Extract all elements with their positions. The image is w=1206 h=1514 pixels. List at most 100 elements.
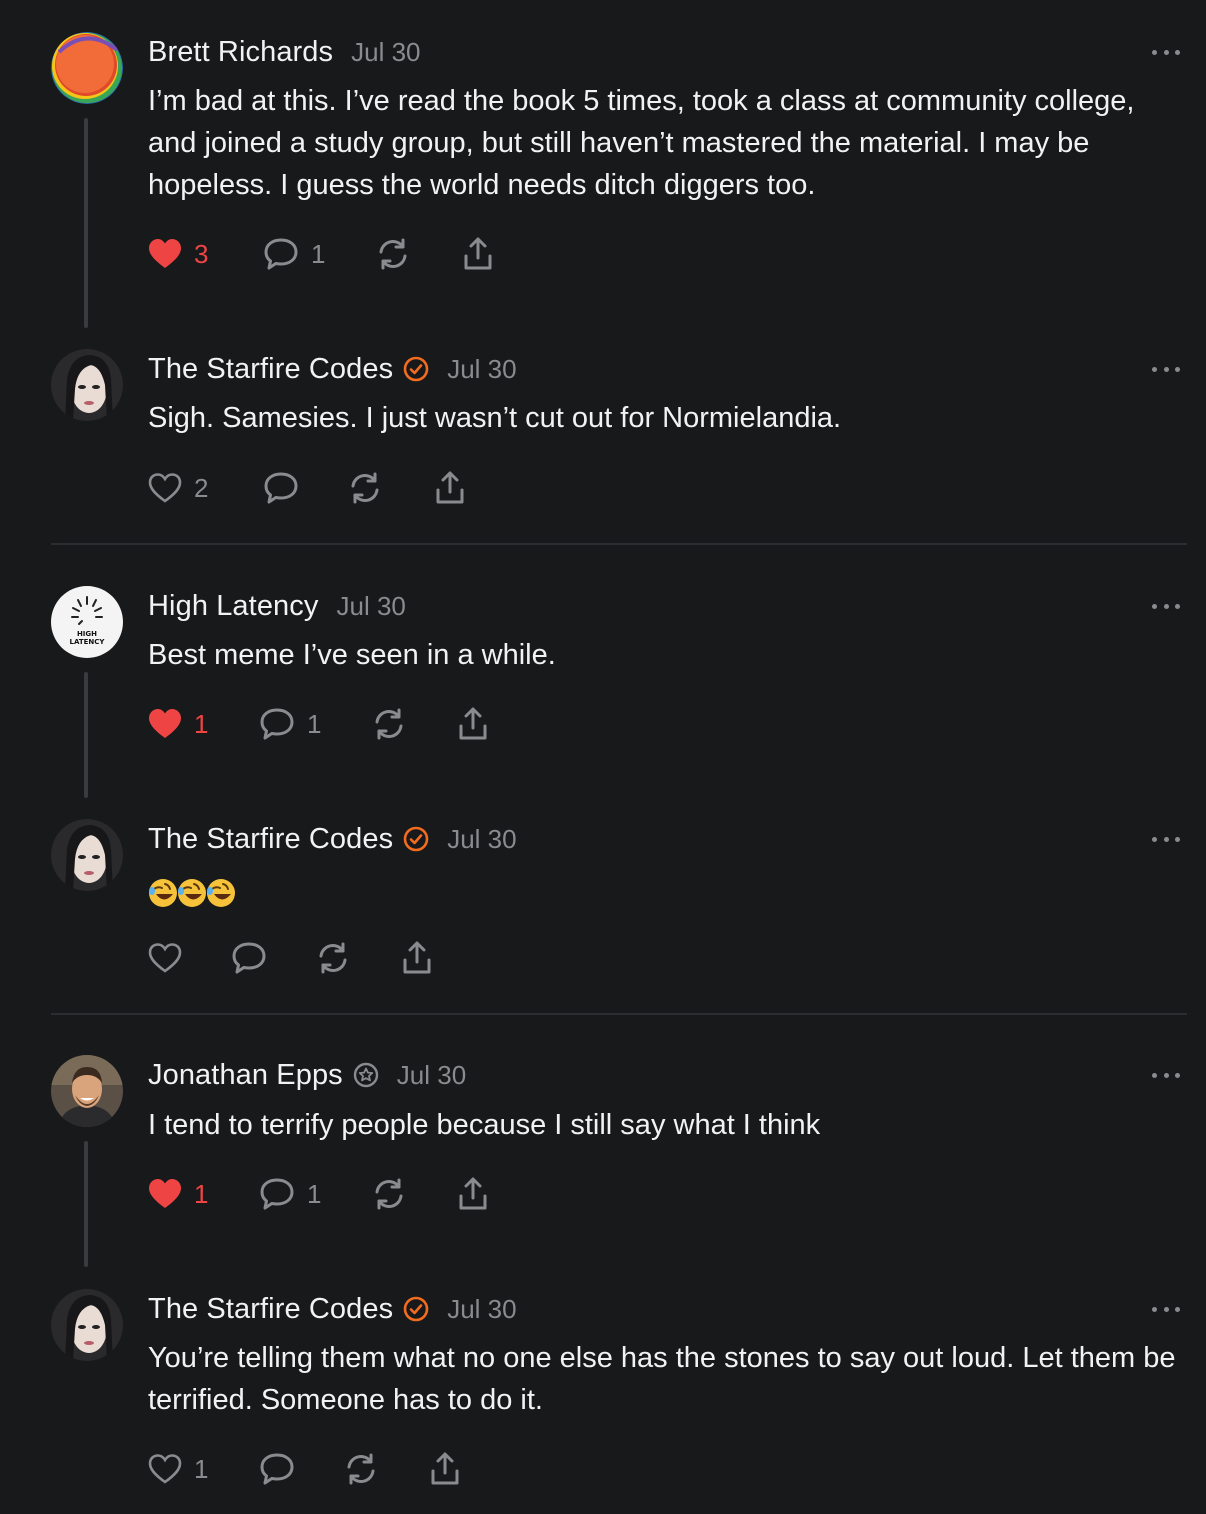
speech-bubble-icon [260, 1453, 294, 1485]
comment-header: High Latency Jul 30 [148, 586, 406, 626]
more-options-icon[interactable] [1152, 359, 1180, 379]
like-count: 1 [194, 708, 209, 739]
like-count: 1 [194, 1178, 209, 1209]
thread-line [84, 118, 88, 328]
share-button[interactable] [427, 1449, 463, 1489]
like-button[interactable] [148, 938, 182, 978]
like-button[interactable]: 3 [148, 234, 208, 274]
like-button[interactable]: 1 [148, 704, 208, 744]
author-name[interactable]: Jonathan Epps [148, 1059, 343, 1092]
reply-button[interactable] [231, 938, 267, 978]
share-icon [464, 237, 492, 270]
avatar[interactable] [51, 32, 123, 104]
thread-divider [51, 543, 1187, 545]
comment-date[interactable]: Jul 30 [397, 1060, 466, 1091]
like-button[interactable]: 1 [148, 1174, 208, 1214]
share-icon [459, 707, 487, 740]
share-button[interactable] [455, 704, 491, 744]
comment-header: The Starfire Codes Jul 30 [148, 1289, 517, 1329]
share-button[interactable] [432, 468, 468, 508]
share-button[interactable] [399, 938, 435, 978]
comment-text: Sigh. Samesies. I just wasn’t cut out fo… [148, 402, 842, 434]
comment-date[interactable]: Jul 30 [336, 591, 405, 622]
verified-check-icon [403, 826, 429, 852]
heart-outline-icon [148, 1454, 182, 1484]
avatar[interactable] [51, 1289, 123, 1361]
comment-date[interactable]: Jul 30 [447, 354, 516, 385]
verified-check-icon [403, 356, 429, 382]
speech-bubble-icon [260, 708, 294, 740]
comment-text: I tend to terrify people because I still… [148, 1109, 821, 1141]
avatar[interactable] [51, 819, 123, 891]
restack-icon [351, 472, 379, 504]
author-name[interactable]: The Starfire Codes [148, 823, 393, 856]
more-options-icon[interactable] [1152, 1065, 1180, 1085]
author-name[interactable]: The Starfire Codes [148, 353, 393, 386]
reply-button[interactable]: 1 [259, 704, 321, 744]
like-button[interactable]: 1 [148, 1449, 208, 1489]
comment-text: Best meme I’ve seen in a while. [148, 639, 556, 671]
comment-header: The Starfire Codes Jul 30 [148, 819, 517, 859]
thread-line [84, 1141, 88, 1267]
author-name[interactable]: Brett Richards [148, 36, 333, 69]
share-icon [431, 1452, 459, 1485]
avatar[interactable]: HIGH LATENCY [51, 586, 123, 658]
share-icon [436, 471, 464, 504]
more-options-icon[interactable] [1152, 42, 1180, 62]
comment-header: The Starfire Codes Jul 30 [148, 349, 517, 389]
speech-bubble-icon [260, 1178, 294, 1210]
restack-button[interactable] [371, 704, 407, 744]
reply-count: 1 [307, 1178, 322, 1209]
rolling-laughing-emoji-icon [148, 877, 236, 909]
more-options-icon[interactable] [1152, 596, 1180, 616]
avatar[interactable] [51, 1055, 123, 1127]
restack-button[interactable] [343, 1449, 379, 1489]
restack-button[interactable] [371, 1174, 407, 1214]
author-name[interactable]: The Starfire Codes [148, 1293, 393, 1326]
high-latency-logo-icon [71, 596, 103, 625]
comment-date[interactable]: Jul 30 [447, 1294, 516, 1325]
verified-check-icon [403, 1296, 429, 1322]
comment-date[interactable]: Jul 30 [351, 37, 420, 68]
heart-outline-icon [148, 473, 182, 503]
thread-line [84, 672, 88, 798]
share-icon [403, 941, 431, 974]
share-button[interactable] [455, 1174, 491, 1214]
avatar[interactable] [51, 349, 123, 421]
comment-text: You’re telling them what no one else has… [148, 1342, 1176, 1416]
comment-header: Jonathan Epps Jul 30 [148, 1055, 466, 1095]
thread-divider [51, 1013, 1187, 1015]
reply-button[interactable]: 1 [259, 1174, 321, 1214]
heart-filled-icon [149, 709, 181, 738]
restack-button[interactable] [347, 468, 383, 508]
restack-icon [379, 238, 407, 270]
reply-count: 1 [311, 238, 326, 269]
woman-portrait-avatar-icon [51, 349, 123, 421]
more-options-icon[interactable] [1152, 829, 1180, 849]
comment-text: I’m bad at this. I’ve read the book 5 ti… [148, 85, 1135, 201]
reply-button[interactable] [263, 468, 299, 508]
heart-outline-icon [148, 943, 182, 973]
comment-date[interactable]: Jul 30 [447, 824, 516, 855]
comment-text [148, 871, 1178, 908]
share-button[interactable] [460, 234, 496, 274]
restack-button[interactable] [315, 938, 351, 978]
like-button[interactable]: 2 [148, 468, 208, 508]
more-options-icon[interactable] [1152, 1299, 1180, 1319]
speech-bubble-icon [264, 238, 298, 270]
speech-bubble-icon [264, 472, 298, 504]
woman-portrait-avatar-icon [51, 819, 123, 891]
heart-filled-icon [149, 239, 181, 268]
man-portrait-avatar-icon [51, 1055, 123, 1127]
like-count: 2 [194, 472, 209, 503]
author-name[interactable]: High Latency [148, 590, 318, 623]
reply-button[interactable]: 1 [263, 234, 325, 274]
orange-swirl-avatar-icon [51, 32, 123, 104]
comment-header: Brett Richards Jul 30 [148, 32, 421, 72]
restack-button[interactable] [375, 234, 411, 274]
reply-count: 1 [307, 708, 322, 739]
heart-filled-icon [149, 1179, 181, 1208]
reply-button[interactable] [259, 1449, 295, 1489]
star-badge-icon [353, 1062, 378, 1088]
share-icon [459, 1177, 487, 1210]
